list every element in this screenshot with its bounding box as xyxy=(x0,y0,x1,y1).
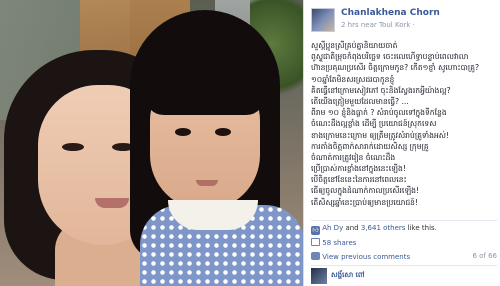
post-body-line: គិតធ្វើនៅក្រោមសៀវភៅ ចុះនិងស្វែងរកអ្វីយ៉ា… xyxy=(311,85,451,95)
share-icon xyxy=(311,238,320,246)
post-body-line: សួស្តីប្អូនស្រីគ្រប់គ្នានិយាយចាត់ xyxy=(311,41,398,50)
post-body-line: ពីរាម ១០ ខ្ញុំនិងធ្លាក់ ? សំរាប់ចូលទៅក្ន… xyxy=(311,108,447,118)
commenter-avatar[interactable] xyxy=(311,268,327,284)
post-body-line: ចំណាត់ការត្រូវរៀន ចំណេះដឹង xyxy=(311,152,396,162)
liker-name-link[interactable]: Ah Dy xyxy=(322,224,343,232)
woman-lips xyxy=(95,198,129,208)
post-author: Chanlakhena Chorn 2 hrs near Toul Kork · xyxy=(311,8,499,36)
post-body-line: ប្រើប្រាស់ការខ្លាំងនៅក្នុងនេះឡើង! xyxy=(311,164,406,174)
child-mouth xyxy=(196,180,218,186)
view-previous-comments-link[interactable]: View previous comments xyxy=(322,253,410,261)
shares-summary[interactable]: 58 shares xyxy=(311,238,356,250)
author-name-link[interactable]: Chanlakhena Chorn xyxy=(341,8,440,18)
post-body-line: ការតាំងចិត្តពាក់សារាក់ដោយសិស្ស ក្រុមគ្រួ xyxy=(311,141,429,151)
thumbs-up-icon: 👍︎ xyxy=(311,226,320,235)
post-body-line: ចំណេះដឹងល្អខ្លាំង ដើម្បី ប្រយោជន៍ស្រុកទេ… xyxy=(311,119,437,129)
comment-icon xyxy=(311,252,320,260)
post-body-line: ធើឲ្យចូលក្នុងដំណាក់កាលប្រសើរឡើង! xyxy=(311,186,420,196)
child-eye-right xyxy=(215,128,231,136)
likes-others-link[interactable]: 3,641 others xyxy=(361,224,406,232)
author-avatar[interactable] xyxy=(311,8,335,32)
post-body-line: ១០ឆ្នាំតែមិនសរស្រដរបាកូនខ្ញុំ xyxy=(311,74,395,84)
commenter-name-link[interactable]: សង្ហ័សោ ពៅ xyxy=(331,271,365,281)
shares-count[interactable]: 58 shares xyxy=(322,239,356,247)
comment-count: 6 of 66 xyxy=(472,252,497,260)
woman-eye-left xyxy=(62,143,84,151)
likes-summary: 👍︎ Ah Dy and 3,641 others like this. xyxy=(311,224,437,236)
post-body-line: ខាងក្រោមនេះក្រោម ឲ្យត្រឹមត្រូវសំរាប់គ្រូ… xyxy=(311,130,450,140)
post-body-line: ពូស្ទូជាតិម្រុចកំពុងបរិច្ឆេទ ចេះរលេហើទ្ធ… xyxy=(311,52,469,62)
post-photo[interactable] xyxy=(0,0,303,286)
post-panel: Chanlakhena Chorn 2 hrs near Toul Kork ·… xyxy=(303,0,500,286)
likes-and-text: and xyxy=(345,224,359,232)
divider xyxy=(311,220,497,221)
likes-suffix-text: like this. xyxy=(407,224,437,232)
comment-item: សង្ហ័សោ ពៅ xyxy=(311,268,497,284)
post-body: សួស្តីប្អូនស្រីគ្រប់គ្នានិយាយចាត់ ពូស្ទូ… xyxy=(311,40,497,208)
post-body-line: ហ៊ានប្រគុណប្រសើរ ចិត្តក្រោមកូន? កើត១ខ្ញា… xyxy=(311,63,480,73)
child-eye-left xyxy=(175,128,191,136)
post-body-line: តើសិស្សឆ្នាំនេះប្រាប់ឲ្យមានប្រយោជន៍! xyxy=(311,197,419,207)
divider xyxy=(311,265,497,266)
post-timestamp[interactable]: 2 hrs near Toul Kork · xyxy=(341,21,415,29)
post-body-line: តើយើងត្រៀមមួយដែលមានធ្វើ? ... xyxy=(311,96,409,106)
comments-header: View previous comments 6 of 66 xyxy=(311,252,497,264)
post-body-line: បើចិត្តនៅខែនេះនៃការនៅពេលនេះ xyxy=(311,175,407,185)
